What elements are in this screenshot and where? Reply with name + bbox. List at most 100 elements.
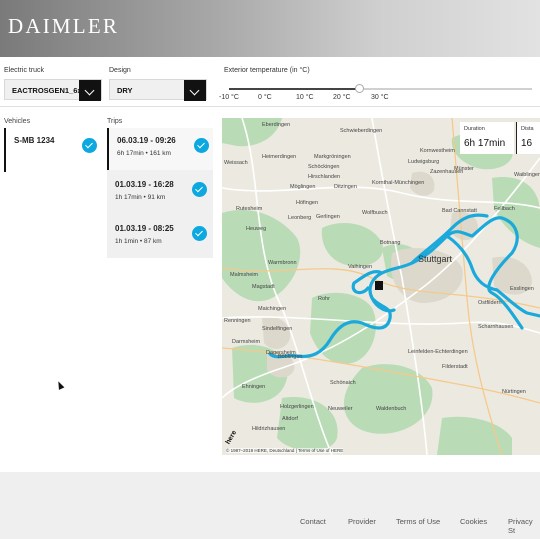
map-place-label: Markgröningen [314,154,351,160]
map-place-label: Sindelfingen [262,326,292,332]
temperature-label: Exterior temperature (in °C) [224,67,310,74]
distance-panel: Dista 16 [516,122,540,154]
truck-label: Electric truck [4,67,45,74]
map-place-label: Ditzingen [334,184,357,190]
footer-link-terms[interactable]: Terms of Use [396,517,440,526]
map-place-label: Möglingen [290,184,315,190]
map-place-label: Renningen [224,318,251,324]
map-place-label: Neuweiler [328,406,353,412]
map-place-label: Heimerdingen [262,154,296,160]
distance-label: Dista [521,126,534,132]
truck-select[interactable]: EACTROSGEN1_6x2 [4,79,102,101]
trip-meta: 1h 1min • 87 km [115,238,162,245]
map-place-label: Maichingen [258,306,286,312]
map-place-label: Esslingen [510,286,534,292]
map-place-label: Schwieberdingen [340,128,382,134]
map-place-label: Weissach [224,160,248,166]
trips-heading: Trips [107,118,123,125]
map-place-label: Wolfbusch [362,210,388,216]
map-copyright[interactable]: © 1987–2019 HERE, Deutschland | Terms of… [226,448,344,453]
temp-tick: -10 °C [219,94,239,101]
temp-tick: 10 °C [296,94,314,101]
chevron-down-icon[interactable] [79,80,101,101]
map-place-label: Gerlingen [316,214,340,220]
vehicles-heading: Vehicles [4,118,31,125]
map-place-label: Magstadt [252,284,275,290]
check-icon[interactable] [194,138,209,153]
map-place-label: Waldenbuch [376,406,406,412]
map-place-label: Fellbach [494,206,515,212]
temperature-slider-fill [229,88,360,90]
map-place-label: Hildrizhausen [252,426,285,432]
map-place-label: Holzgerlingen [280,404,314,410]
mouse-cursor-icon [55,380,65,390]
duration-value: 6h 17min [464,138,506,149]
map-place-label: Hirschlanden [308,174,340,180]
map-place-label: Darmsheim [232,339,261,345]
trip-item[interactable]: 01.03.19 - 16:28 1h 17min • 91 km [107,172,213,214]
trip-meta: 6h 17min • 161 km [117,150,171,157]
map-place-label: Rutesheim [236,206,263,212]
daimler-logo[interactable]: DAIMLER [8,14,119,39]
map-place-label: Botnang [380,240,401,246]
trip-date: 01.03.19 - 08:25 [115,224,174,233]
temp-tick: 30 °C [371,94,389,101]
trip-item[interactable]: 06.03.19 - 09:26 6h 17min • 161 km [107,128,213,170]
footer-link-cookies[interactable]: Cookies [460,517,487,526]
map-place-label: Vaihingen [348,264,372,270]
map-place-label: Waiblingen [514,172,540,178]
design-select-value: DRY [117,86,133,95]
map-place-label: Schöckingen [308,164,340,170]
temperature-slider-track[interactable] [229,88,532,90]
map-place-label: Kornwestheim [420,148,455,154]
trips-list: 06.03.19 - 09:26 6h 17min • 161 km 01.03… [107,128,213,258]
map-place-label: Ehningen [242,384,265,390]
map-place-label: Höfingen [296,200,318,206]
footer: Contact Provider Terms of Use Cookies Pr… [0,472,540,539]
footer-link-provider[interactable]: Provider [348,517,376,526]
map-place-label: Münster [454,166,474,172]
truck-marker-icon[interactable] [375,281,383,290]
design-select[interactable]: DRY [109,79,207,101]
map-place-label: Rohr [318,296,330,302]
trip-date: 01.03.19 - 16:28 [115,180,174,189]
map-place-label: Bad Cannstatt [442,208,477,214]
map-place-label: Ludwigsburg [408,159,439,165]
vehicle-name: S-MB 1234 [14,136,55,145]
footer-link-contact[interactable]: Contact [300,517,326,526]
map-place-label: Filderstadt [442,364,468,370]
map-place-label: Altdorf [282,416,298,422]
duration-panel: Duration 6h 17min [460,122,514,154]
map-place-label: Nürtingen [502,389,526,395]
map-place-label: Leonberg [288,215,311,221]
truck-select-value: EACTROSGEN1_6x2 [12,86,86,95]
map-place-label: Ostfildern [478,300,502,306]
map-place-label: Stuttgart [418,254,453,264]
check-icon[interactable] [192,226,207,241]
route-map[interactable]: Eberdingen Schwieberdingen Kornwestheim Wei… [222,118,540,455]
temp-tick: 0 °C [258,94,272,101]
chevron-down-icon[interactable] [184,80,206,101]
trip-date: 06.03.19 - 09:26 [117,136,176,145]
duration-label: Duration [464,126,485,132]
map-place-label: Malmsheim [230,272,259,278]
vehicle-item[interactable]: S-MB 1234 [4,128,101,172]
check-icon[interactable] [192,182,207,197]
trip-item[interactable]: 01.03.19 - 08:25 1h 1min • 87 km [107,216,213,258]
map-place-label: Eberdingen [262,122,290,128]
map-place-label: Kornthal-Münchingen [372,180,424,186]
design-label: Design [109,67,131,74]
map-place-label: Warmbronn [268,260,297,266]
map-place-label: Dagersheim [266,350,296,356]
map-canvas: Eberdingen Schwieberdingen Kornwestheim Wei… [222,118,540,455]
footer-link-privacy[interactable]: Privacy St [508,517,540,535]
map-place-label: Heuweg [246,226,266,232]
distance-value: 16 [521,138,533,149]
map-place-label: Leinfelden-Echterdingen [408,349,468,355]
check-icon[interactable] [82,138,97,153]
map-place-label: Schönaich [330,380,356,386]
header-banner: DAIMLER [0,0,540,57]
temp-tick: 20 °C [333,94,351,101]
trip-meta: 1h 17min • 91 km [115,194,166,201]
map-place-label: Scharnhausen [478,324,513,330]
